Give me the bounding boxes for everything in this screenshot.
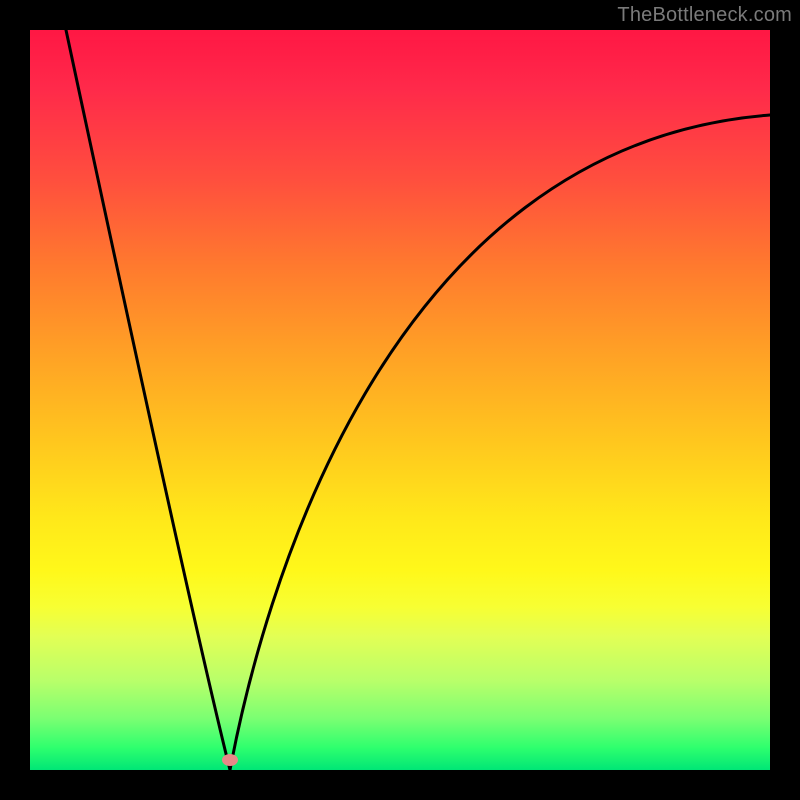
watermark-text: TheBottleneck.com <box>617 4 792 27</box>
dip-marker <box>222 754 238 766</box>
plot-area <box>30 30 770 770</box>
chart-frame: TheBottleneck.com <box>0 0 800 800</box>
bottleneck-curve <box>30 30 770 770</box>
